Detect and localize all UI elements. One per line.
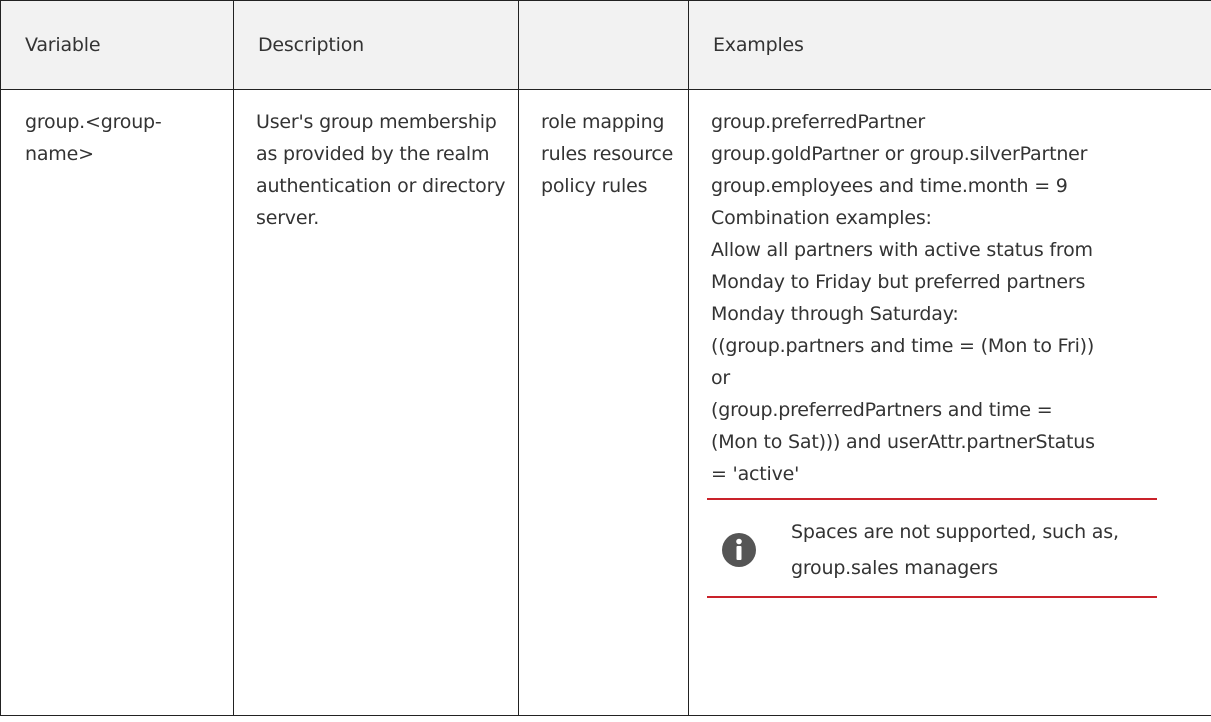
header-variable: Variable (0, 0, 234, 90)
note-text: Spaces are not supported, such as, group… (791, 521, 1119, 579)
example-line: Combination examples: (711, 207, 932, 229)
header-examples: Examples (688, 0, 1211, 90)
table-row: group.<group-name> User's group membersh… (0, 89, 1211, 716)
note-callout: Spaces are not supported, such as, group… (707, 498, 1157, 598)
example-line: group.employees and time.month = 9 (711, 175, 1068, 197)
examples-list: group.preferredPartner group.goldPartner… (711, 106, 1207, 490)
cell-description: User's group membership as provided by t… (233, 89, 519, 716)
example-line: ((group.partners and time = (Mon to Fri)… (711, 335, 1095, 357)
example-line: = 'active' (711, 463, 800, 485)
example-line: Allow all partners with active status fr… (711, 239, 1093, 261)
example-line: or (711, 367, 731, 389)
header-description: Description (233, 0, 519, 90)
example-line: Monday to Friday but preferred partners (711, 271, 1086, 293)
example-line: (group.preferredPartners and time = (711, 399, 1053, 421)
cell-usage: role mapping rules resource policy rules (518, 89, 689, 716)
header-row: Variable Description Examples (0, 0, 1211, 90)
example-line: Monday through Saturday: (711, 303, 959, 325)
example-line: group.goldPartner or group.silverPartner (711, 143, 1088, 165)
cell-variable: group.<group-name> (0, 89, 234, 716)
example-line: group.preferredPartner (711, 111, 926, 133)
header-usage (518, 0, 689, 90)
cell-examples: group.preferredPartner group.goldPartner… (688, 89, 1211, 716)
variables-table: Variable Description Examples group.<gro… (0, 0, 1211, 716)
info-icon (722, 533, 756, 567)
example-line: (Mon to Sat))) and userAttr.partnerStatu… (711, 431, 1095, 453)
